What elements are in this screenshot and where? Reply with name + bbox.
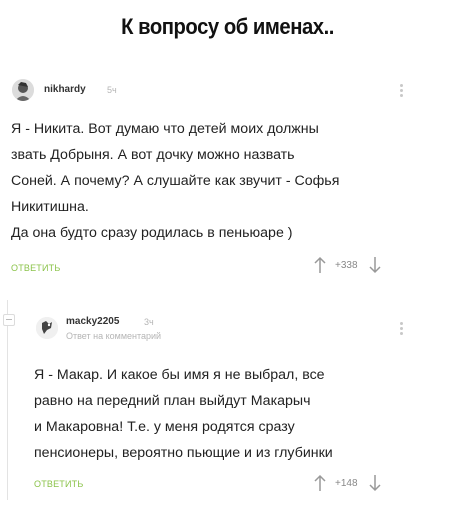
comment-score: +148 [335,477,358,489]
comment-line: и Макаровна! Т.е. у меня родятся сразу [34,419,295,435]
more-options-icon[interactable] [400,84,404,99]
reply-to-note[interactable]: Ответ на комментарий [66,331,161,341]
collapse-thread-icon[interactable] [3,314,15,326]
reply-button[interactable]: ОТВЕТИТЬ [34,479,83,489]
comment-line: Я - Макар. И какое бы имя я не выбрал, в… [34,367,325,383]
username[interactable]: macky2205 [66,316,119,327]
reply-button[interactable]: ОТВЕТИТЬ [11,263,60,273]
avatar[interactable] [12,79,34,101]
comment-line: Соней. А почему? А слушайте как звучит -… [11,173,340,189]
vote-controls: +148 [313,474,382,492]
user-avatar-icon [36,317,58,339]
post-title: К вопросу об именах.. [121,14,334,39]
avatar[interactable] [36,317,58,339]
comment-time: 3ч [144,317,154,327]
comment-score: +338 [335,259,358,271]
downvote-arrow-icon[interactable] [368,474,382,492]
comment-time: 5ч [107,85,117,95]
comment-line: равно на передний план выйдут Макарыч [34,393,311,409]
thread-line [7,300,8,500]
vote-controls: +338 [313,256,382,274]
comment-line: Да она будто сразу родилась в пеньюаре ) [11,225,293,241]
username[interactable]: nikhardy [44,84,86,95]
user-avatar-icon [12,79,34,101]
comment-line: пенсионеры, вероятно пьющие и из глубинк… [34,445,333,461]
downvote-arrow-icon[interactable] [368,256,382,274]
upvote-arrow-icon[interactable] [313,256,327,274]
more-options-icon[interactable] [400,322,404,337]
upvote-arrow-icon[interactable] [313,474,327,492]
comment-line: звать Добрыня. А вот дочку можно назвать [11,147,295,163]
comment-line: Я - Никита. Вот думаю что детей моих дол… [11,121,319,137]
comment-line: Никитишна. [11,199,89,215]
